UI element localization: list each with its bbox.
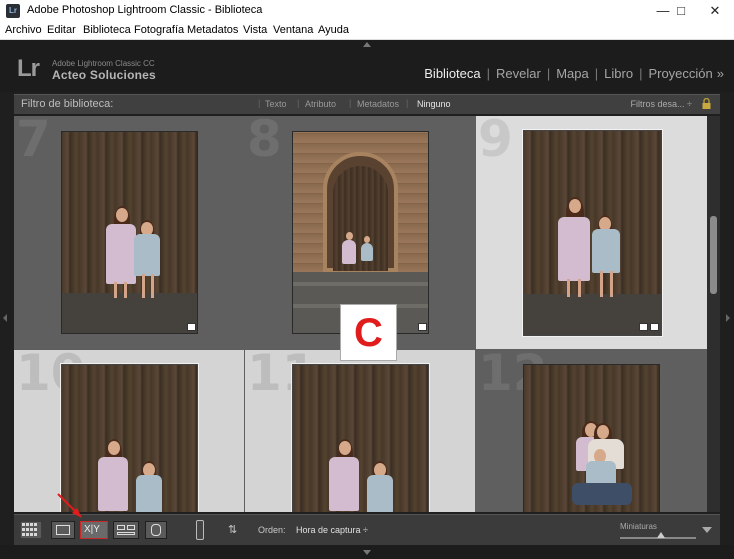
module-proyeccion[interactable]: Proyección [648, 66, 712, 81]
menu-ventana[interactable]: Ventana [273, 24, 313, 36]
people-view-icon[interactable] [145, 521, 167, 539]
module-divider: | [546, 66, 551, 81]
filter-divider: | [258, 98, 261, 108]
filter-tab-atributo[interactable]: Atributo [305, 99, 336, 109]
thumbnail-size-knob[interactable] [657, 532, 665, 538]
more-modules-icon[interactable]: » [717, 66, 724, 81]
lightroom-logo: Lr [17, 55, 40, 82]
thumbnail-size-label: Miniaturas [620, 522, 657, 531]
module-divider: | [594, 66, 599, 81]
edit-badge-icon[interactable] [187, 323, 196, 331]
identity-plate-text: Acteo Soluciones [52, 68, 156, 82]
module-libro[interactable]: Libro [604, 66, 633, 81]
lock-icon[interactable] [702, 98, 711, 109]
title-bar: Lr Adobe Photoshop Lightroom Classic - B… [0, 0, 734, 22]
product-name: Adobe Lightroom Classic CC [52, 59, 155, 68]
filter-label: Filtro de biblioteca: [21, 98, 114, 110]
menu-archivo[interactable]: Archivo [5, 24, 42, 36]
grid-view-icon[interactable] [20, 521, 42, 539]
filter-divider: | [297, 98, 300, 108]
menu-bar: Archivo Editar Biblioteca Fotografía Met… [0, 22, 734, 40]
edit-badge-icon[interactable] [650, 323, 659, 331]
module-biblioteca[interactable]: Biblioteca [424, 66, 480, 81]
app-icon: Lr [6, 4, 20, 18]
collapse-right-panel-icon[interactable] [726, 314, 730, 322]
photo-thumbnail[interactable] [60, 363, 199, 512]
maximize-icon[interactable]: □ [664, 0, 698, 22]
grid-cell[interactable]: 7 [14, 116, 244, 349]
grid-cell[interactable]: 10 [14, 350, 244, 512]
window-title: Adobe Photoshop Lightroom Classic - Bibl… [27, 4, 263, 16]
library-filter-bar: Filtro de biblioteca: | Texto | Atributo… [14, 94, 720, 114]
grid-cell[interactable]: 12 [476, 350, 707, 512]
collapse-left-panel-icon[interactable] [3, 314, 7, 322]
module-divider: | [486, 66, 491, 81]
photo-thumbnail[interactable] [522, 129, 663, 337]
cell-number: 7 [16, 116, 51, 168]
module-picker: Biblioteca | Revelar | Mapa | Libro | Proyección… [424, 66, 724, 81]
grid-cell[interactable]: 9 [476, 116, 707, 349]
grid-cell[interactable]: 11 [245, 350, 475, 512]
menu-vista[interactable]: Vista [243, 24, 267, 36]
menu-metadatos[interactable]: Metadatos [187, 24, 238, 36]
module-revelar[interactable]: Revelar [496, 66, 541, 81]
close-icon[interactable]: ✕ [698, 0, 732, 22]
menu-fotografia[interactable]: Fotografía [134, 24, 184, 36]
filter-tab-texto[interactable]: Texto [265, 99, 287, 109]
sort-direction-icon[interactable]: ⇅ [228, 523, 237, 536]
loupe-view-icon[interactable] [51, 521, 75, 539]
filter-tab-metadatos[interactable]: Metadatos [357, 99, 399, 109]
cell-number: 9 [478, 116, 513, 168]
filter-divider: | [406, 98, 409, 108]
annotation-letter: C [340, 304, 397, 361]
painter-icon[interactable] [196, 520, 204, 540]
edit-badge-icon[interactable] [418, 323, 427, 331]
filter-presets-dropdown[interactable]: Filtros desa... ÷ [631, 99, 692, 109]
menu-ayuda[interactable]: Ayuda [318, 24, 349, 36]
collapse-filmstrip-icon[interactable] [363, 550, 371, 555]
photo-thumbnail[interactable] [61, 131, 198, 334]
crop-badge-icon[interactable] [639, 323, 648, 331]
collapse-top-panel-icon[interactable] [363, 42, 371, 47]
cell-number: 8 [247, 116, 282, 168]
filter-divider: | [349, 98, 352, 108]
photo-thumbnail[interactable] [291, 363, 430, 512]
scrollbar-thumb[interactable] [710, 216, 717, 294]
compare-view-icon[interactable]: X|Y [80, 521, 108, 539]
survey-view-icon[interactable] [113, 521, 139, 539]
sort-dropdown[interactable]: Hora de captura ÷ [296, 525, 368, 535]
compare-view-label: X|Y [84, 524, 100, 535]
filter-tab-ninguno[interactable]: Ninguno [417, 99, 451, 109]
module-mapa[interactable]: Mapa [556, 66, 589, 81]
toolbar-menu-icon[interactable] [702, 527, 712, 533]
module-divider: | [639, 66, 643, 81]
menu-biblioteca[interactable]: Biblioteca [83, 24, 131, 36]
lightroom-window: Lr Adobe Photoshop Lightroom Classic - B… [0, 0, 734, 559]
menu-editar[interactable]: Editar [47, 24, 76, 36]
library-toolbar: X|Y ⇅ Orden: Hora de captura ÷ Miniatura… [14, 514, 720, 545]
photo-thumbnail[interactable] [523, 364, 660, 512]
sort-label: Orden: [258, 525, 286, 535]
grid-scrollbar[interactable] [707, 116, 720, 512]
